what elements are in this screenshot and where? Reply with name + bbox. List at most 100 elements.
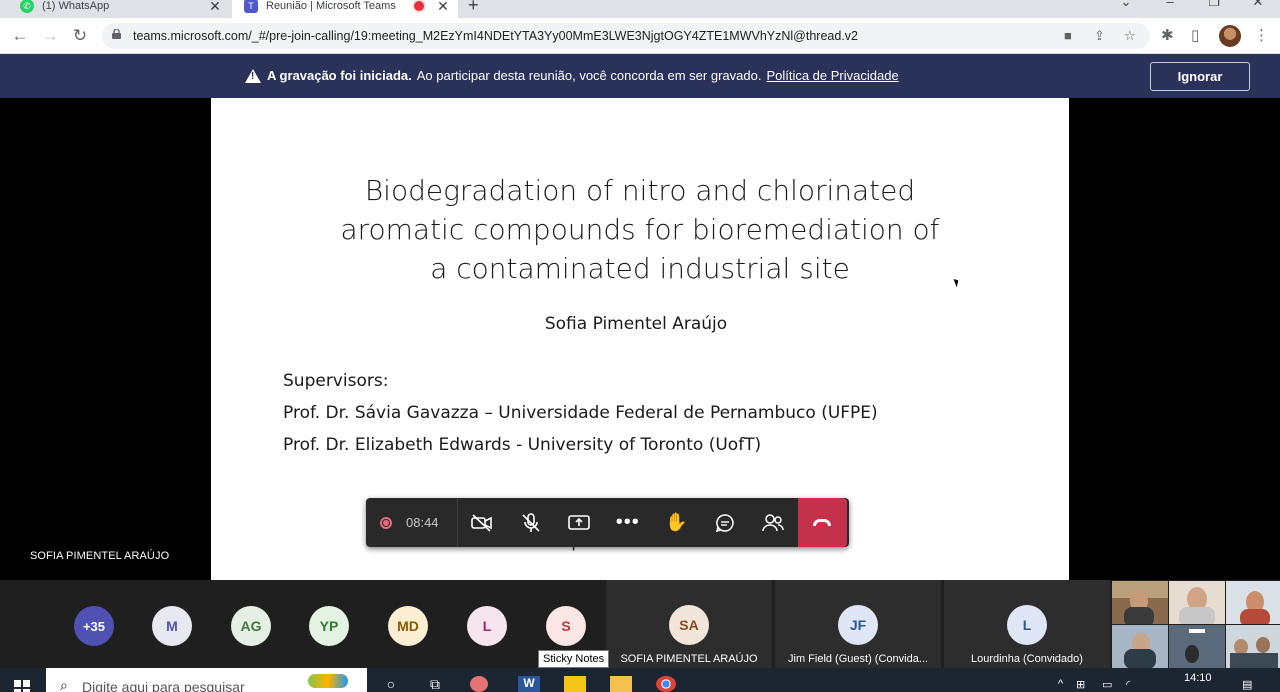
forward-arrow-icon[interactable]: → [39, 25, 61, 47]
participant-avatar[interactable]: AG [231, 606, 271, 646]
reload-icon[interactable]: ↻ [69, 25, 91, 47]
slide-title-line: a contaminated industrial site [430, 252, 850, 285]
recording-dot-icon [380, 516, 392, 529]
participant-avatar: L [1007, 605, 1047, 645]
recording-message: A gravação foi iniciada. Ao participar d… [245, 68, 899, 83]
url-text: teams.microsoft.com/_#/pre-join-calling/… [133, 29, 858, 43]
participant-video-thumbnail[interactable] [1169, 625, 1225, 668]
recording-banner: A gravação foi iniciada. Ao participar d… [0, 54, 1280, 98]
supervisor-1: Prof. Dr. Sávia Gavazza – Universidade F… [283, 403, 878, 423]
task-view-icon[interactable]: ⧉ [424, 676, 446, 692]
wifi-icon[interactable]: ◜ [1126, 678, 1130, 691]
tray-app-icon[interactable]: ⊞ [1076, 678, 1085, 691]
browser-tab-strip: ✆ (1) WhatsApp ✕ T Reunião | Microsoft T… [0, 0, 1280, 18]
participants-strip: +35 M AG YP MD L S SA SOFIA PIMENTEL ARA… [0, 580, 1280, 668]
participant-name: Lourdinha (Convidado) [971, 653, 1083, 665]
presenter-name: SOFIA PIMENTEL ARAÚJO [30, 550, 170, 562]
camera-in-use-icon[interactable]: ■ [1064, 28, 1072, 43]
clock-time[interactable]: 14:10 [1184, 672, 1212, 684]
hang-up-phone-icon [813, 519, 831, 526]
participant-video-thumbnail[interactable] [1112, 581, 1168, 624]
close-window-button[interactable]: ✕ [1236, 0, 1280, 10]
tab-whatsapp[interactable]: ✆ (1) WhatsApp ✕ [8, 0, 230, 18]
participant-tile[interactable]: JF Jim Field (Guest) (Convida... [775, 580, 941, 668]
mute-button[interactable] [507, 498, 556, 547]
whatsapp-icon: ✆ [20, 0, 34, 13]
menu-kebab-icon[interactable]: ⋮ [1254, 26, 1269, 44]
microphone-off-icon [522, 512, 540, 532]
warning-icon [245, 68, 261, 83]
participant-video-thumbnail[interactable] [1169, 581, 1225, 624]
recording-indicator-icon [414, 1, 424, 11]
restore-button[interactable]: ❐ [1192, 0, 1236, 10]
slide-title-line: aromatic compounds for bioremediation of [340, 213, 940, 246]
bookmark-star-icon[interactable]: ☆ [1124, 28, 1136, 44]
people-icon [762, 513, 784, 531]
screen: ✆ (1) WhatsApp ✕ T Reunião | Microsoft T… [0, 0, 1280, 692]
participant-tile[interactable]: L Lourdinha (Convidado) [944, 580, 1110, 668]
participant-video-thumbnail[interactable] [1226, 581, 1280, 624]
tab-search-icon[interactable]: ⌄ [1104, 0, 1148, 10]
windows-start-icon[interactable] [14, 680, 30, 692]
file-explorer-icon[interactable] [610, 676, 632, 692]
share-icon[interactable]: ⇪ [1094, 28, 1105, 44]
participant-avatar[interactable]: MD [388, 606, 428, 646]
more-dots-icon: ••• [615, 511, 640, 533]
participant-avatar[interactable]: S [546, 606, 586, 646]
lock-icon [112, 29, 121, 39]
more-participants-badge[interactable]: +35 [74, 606, 114, 646]
recording-timer: 08:44 [366, 498, 458, 547]
participant-name: SOFIA PIMENTEL ARAÚJO [620, 653, 758, 665]
camera-off-button[interactable] [458, 498, 507, 547]
notifications-icon[interactable]: ▤ [1242, 678, 1252, 691]
cortana-circle-icon[interactable]: ○ [380, 676, 402, 692]
slide-title-line: Biodegradation of nitro and chlorinated [364, 174, 916, 207]
extensions-icon[interactable]: ✱ [1161, 26, 1174, 44]
slide-author: Sofia Pimentel Araújo [544, 314, 728, 334]
raise-hand-button[interactable]: ✋ [652, 498, 701, 547]
privacy-policy-link[interactable]: Política de Privacidade [766, 68, 898, 83]
app-icon[interactable] [470, 676, 488, 692]
participant-avatar[interactable]: YP [309, 606, 349, 646]
browser-toolbar: ← → ↻ teams.microsoft.com/_#/pre-join-ca… [0, 18, 1280, 54]
tab-teams[interactable]: T Reunião | Microsoft Teams ✕ [232, 0, 458, 18]
windows-taskbar: ⌕ Digite aqui para pesquisar ○ ⧉ W ^ ⊞ ▭… [0, 668, 1280, 692]
search-icon: ⌕ [60, 677, 68, 692]
share-content-button[interactable] [555, 498, 604, 547]
close-tab-icon[interactable]: ✕ [434, 0, 452, 15]
close-tab-icon[interactable]: ✕ [206, 0, 224, 15]
address-bar[interactable]: teams.microsoft.com/_#/pre-join-calling/… [102, 23, 1150, 49]
tray-chevron-icon[interactable]: ^ [1058, 678, 1063, 690]
sticky-notes-icon[interactable] [564, 676, 586, 692]
tab-title: Reunião | Microsoft Teams [266, 0, 396, 12]
back-arrow-icon[interactable]: ← [9, 25, 31, 47]
participant-avatar: SA [669, 605, 709, 645]
camera-off-icon [471, 513, 493, 532]
more-actions-button[interactable]: ••• [604, 498, 653, 547]
participant-tile[interactable]: SA SOFIA PIMENTEL ARAÚJO [606, 580, 772, 668]
recording-started-text: A gravação foi iniciada. [267, 68, 412, 83]
ignore-button[interactable]: Ignorar [1150, 62, 1250, 91]
word-icon[interactable]: W [518, 676, 540, 692]
chat-icon [715, 513, 734, 532]
chrome-icon[interactable] [656, 676, 676, 692]
participant-video-thumbnail[interactable] [1112, 625, 1168, 668]
meeting-control-bar: 08:44 ••• ✋ [366, 498, 849, 547]
taskbar-search-box[interactable]: ⌕ Digite aqui para pesquisar [46, 668, 367, 692]
new-tab-button[interactable]: + [468, 0, 479, 16]
minimize-button[interactable]: – [1148, 0, 1192, 10]
timer-text: 08:44 [406, 515, 439, 530]
side-panel-icon[interactable]: ▯ [1191, 26, 1199, 44]
chat-button[interactable] [701, 498, 750, 547]
leave-call-button[interactable] [797, 498, 847, 547]
participants-button[interactable] [749, 498, 798, 547]
profile-avatar[interactable] [1219, 25, 1241, 47]
supervisor-2: Prof. Dr. Elizabeth Edwards - University… [283, 435, 762, 455]
participant-video-thumbnail[interactable] [1226, 625, 1280, 668]
window-controls: ⌄ – ❐ ✕ [1104, 0, 1280, 10]
raise-hand-icon: ✋ [665, 512, 688, 532]
participant-avatar[interactable]: L [467, 606, 507, 646]
battery-icon[interactable]: ▭ [1102, 678, 1112, 691]
participant-avatar[interactable]: M [152, 606, 192, 646]
search-placeholder: Digite aqui para pesquisar [82, 679, 245, 692]
